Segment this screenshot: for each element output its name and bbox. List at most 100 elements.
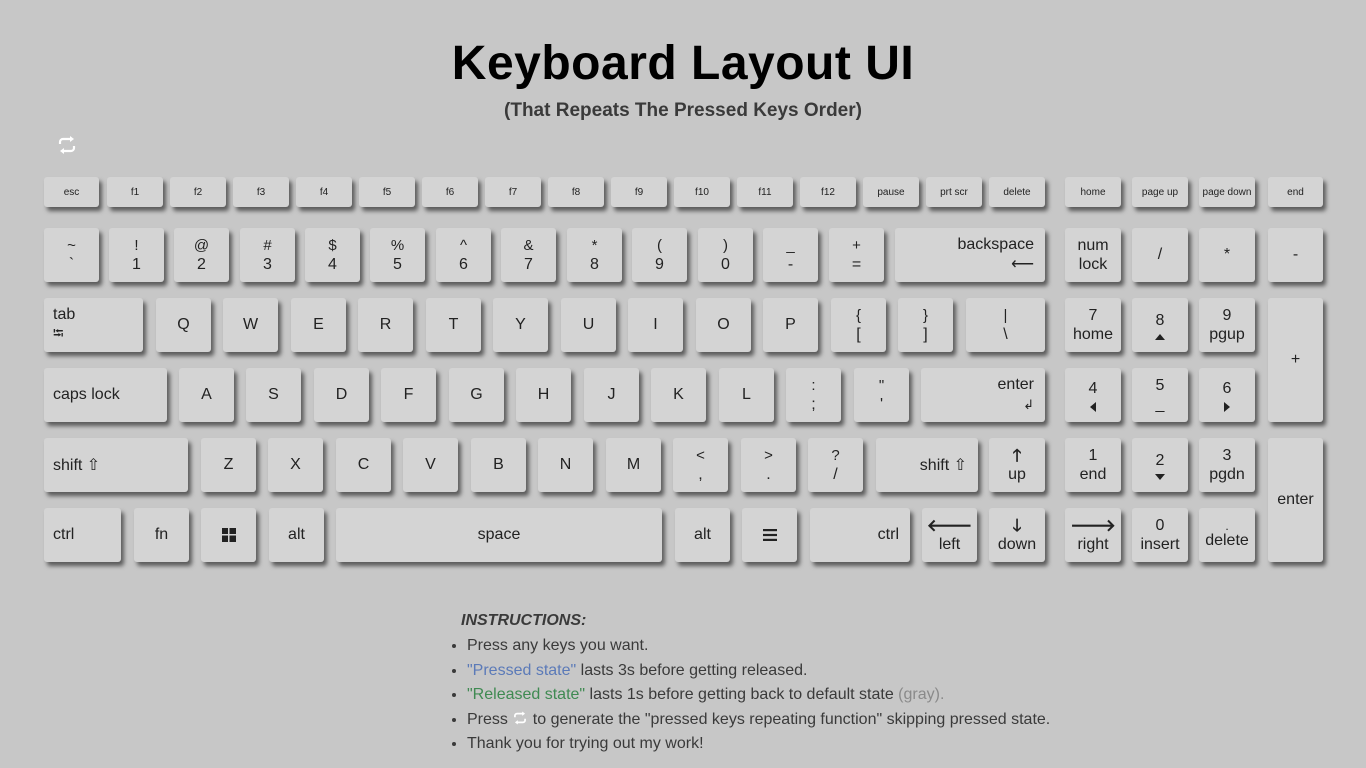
key-left-alt[interactable]: alt xyxy=(269,508,324,562)
key-n[interactable]: N xyxy=(538,438,593,492)
key-numpad-6[interactable]: 6 xyxy=(1199,368,1255,422)
key-r[interactable]: R xyxy=(358,298,413,352)
key-pause[interactable]: pause xyxy=(863,177,919,207)
key-b[interactable]: B xyxy=(471,438,526,492)
key-a[interactable]: A xyxy=(179,368,234,422)
key-numpad-add[interactable]: + xyxy=(1268,298,1323,422)
key-right-alt[interactable]: alt xyxy=(675,508,730,562)
key-space[interactable]: space xyxy=(336,508,662,562)
key-left-shift[interactable]: shift ⇧ xyxy=(44,438,188,492)
key-f8[interactable]: f8 xyxy=(548,177,604,207)
key-numpad-2[interactable]: 2 xyxy=(1132,438,1188,492)
key-left-ctrl[interactable]: ctrl xyxy=(44,508,121,562)
key-menu[interactable] xyxy=(742,508,797,562)
key-backtick[interactable]: ~ ` xyxy=(44,228,99,282)
key-q[interactable]: Q xyxy=(156,298,211,352)
key-m[interactable]: M xyxy=(606,438,661,492)
key-num-lock[interactable]: num lock xyxy=(1065,228,1121,282)
key-right-bracket[interactable]: }] xyxy=(898,298,953,352)
key-9[interactable]: (9 xyxy=(632,228,687,282)
key-3[interactable]: #3 xyxy=(240,228,295,282)
key-f3[interactable]: f3 xyxy=(233,177,289,207)
key-s[interactable]: S xyxy=(246,368,301,422)
key-home[interactable]: home xyxy=(1065,177,1121,207)
key-f[interactable]: F xyxy=(381,368,436,422)
key-p[interactable]: P xyxy=(763,298,818,352)
key-l[interactable]: L xyxy=(719,368,774,422)
key-left-bracket[interactable]: {[ xyxy=(831,298,886,352)
key-t[interactable]: T xyxy=(426,298,481,352)
key-f10[interactable]: f10 xyxy=(674,177,730,207)
key-numpad-enter[interactable]: enter xyxy=(1268,438,1323,562)
key-7[interactable]: & 7 xyxy=(501,228,556,282)
key-e[interactable]: E xyxy=(291,298,346,352)
key-f1[interactable]: f1 xyxy=(107,177,163,207)
key-numpad-subtract[interactable]: - xyxy=(1268,228,1323,282)
key-arrow-left[interactable]: 🡐 left xyxy=(922,508,977,562)
key-f12[interactable]: f12 xyxy=(800,177,856,207)
key-end[interactable]: end xyxy=(1268,177,1323,207)
key-comma[interactable]: <, xyxy=(673,438,728,492)
key-numpad-decimal[interactable]: . delete xyxy=(1199,508,1255,562)
key-arrow-right[interactable]: 🡒 right xyxy=(1065,508,1121,562)
repeat-button[interactable] xyxy=(56,134,78,156)
key-o[interactable]: O xyxy=(696,298,751,352)
key-page-down[interactable]: page down xyxy=(1199,177,1255,207)
key-delete[interactable]: delete xyxy=(989,177,1045,207)
key-fn[interactable]: fn xyxy=(134,508,189,562)
key-v[interactable]: V xyxy=(403,438,458,492)
key-backslash[interactable]: | \ xyxy=(966,298,1045,352)
key-k[interactable]: K xyxy=(651,368,706,422)
key-f7[interactable]: f7 xyxy=(485,177,541,207)
key-2[interactable]: @2 xyxy=(174,228,229,282)
key-tab[interactable]: tab ⭾ xyxy=(44,298,143,352)
key-arrow-down[interactable]: 🡓 down xyxy=(989,508,1045,562)
key-f4[interactable]: f4 xyxy=(296,177,352,207)
key-6[interactable]: ^ 6 xyxy=(436,228,491,282)
key-caps-lock[interactable]: caps lock xyxy=(44,368,167,422)
key-g[interactable]: G xyxy=(449,368,504,422)
key-i[interactable]: I xyxy=(628,298,683,352)
key-numpad-7[interactable]: 7 home xyxy=(1065,298,1121,352)
key-numpad-8[interactable]: 8 xyxy=(1132,298,1188,352)
key-x[interactable]: X xyxy=(268,438,323,492)
key-numpad-5[interactable]: 5 _ xyxy=(1132,368,1188,422)
key-quote[interactable]: " ' xyxy=(854,368,909,422)
key-u[interactable]: U xyxy=(561,298,616,352)
key-period[interactable]: >. xyxy=(741,438,796,492)
key-semicolon[interactable]: :; xyxy=(786,368,841,422)
key-numpad-4[interactable]: 4 xyxy=(1065,368,1121,422)
key-esc[interactable]: esc xyxy=(44,177,99,207)
key-f5[interactable]: f5 xyxy=(359,177,415,207)
key-slash[interactable]: ? / xyxy=(808,438,863,492)
key-minus[interactable]: _ - xyxy=(763,228,818,282)
key-prtscr[interactable]: prt scr xyxy=(926,177,982,207)
key-numpad-3[interactable]: 3 pgdn xyxy=(1199,438,1255,492)
key-numpad-multiply[interactable]: * xyxy=(1199,228,1255,282)
key-f2[interactable]: f2 xyxy=(170,177,226,207)
key-right-shift[interactable]: shift ⇧ xyxy=(876,438,978,492)
key-f9[interactable]: f9 xyxy=(611,177,667,207)
key-f6[interactable]: f6 xyxy=(422,177,478,207)
key-5[interactable]: % 5 xyxy=(370,228,425,282)
key-j[interactable]: J xyxy=(584,368,639,422)
key-backspace[interactable]: backspace ⟵ xyxy=(895,228,1045,282)
key-8[interactable]: * 8 xyxy=(567,228,622,282)
key-numpad-divide[interactable]: / xyxy=(1132,228,1188,282)
key-right-ctrl[interactable]: ctrl xyxy=(810,508,910,562)
key-equal[interactable]: + = xyxy=(829,228,884,282)
key-d[interactable]: D xyxy=(314,368,369,422)
key-4[interactable]: $4 xyxy=(305,228,360,282)
key-page-up[interactable]: page up xyxy=(1132,177,1188,207)
key-numpad-9[interactable]: 9 pgup xyxy=(1199,298,1255,352)
key-0[interactable]: ) 0 xyxy=(698,228,753,282)
key-arrow-up[interactable]: 🡑 up xyxy=(989,438,1045,492)
key-y[interactable]: Y xyxy=(493,298,548,352)
key-numpad-1[interactable]: 1 end xyxy=(1065,438,1121,492)
key-1[interactable]: ! 1 xyxy=(109,228,164,282)
key-f11[interactable]: f11 xyxy=(737,177,793,207)
key-z[interactable]: Z xyxy=(201,438,256,492)
key-windows[interactable] xyxy=(201,508,256,562)
key-h[interactable]: H xyxy=(516,368,571,422)
key-numpad-0[interactable]: 0 insert xyxy=(1132,508,1188,562)
